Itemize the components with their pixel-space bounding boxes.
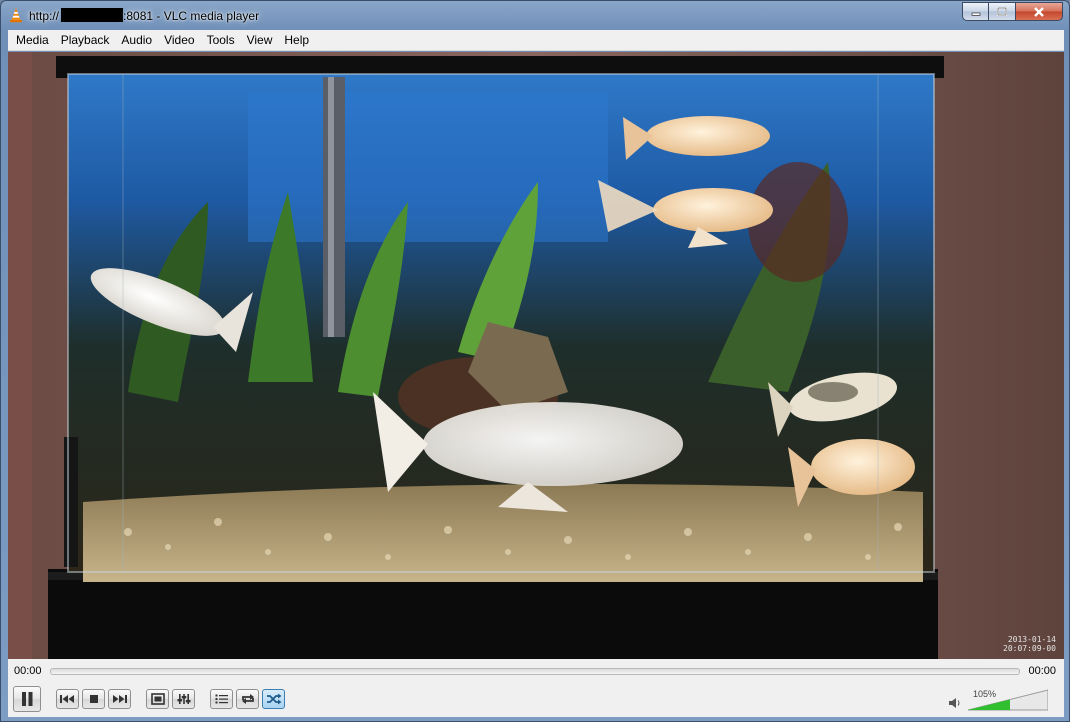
redacted-host: [61, 8, 124, 22]
close-icon: [1034, 6, 1044, 17]
pause-icon: [22, 692, 33, 706]
video-display[interactable]: 2013-01-14 20:07:09-00: [8, 52, 1064, 659]
stop-icon: [89, 695, 98, 703]
maximize-icon: [997, 6, 1007, 16]
control-panel: 00:00 00:00 105%: [8, 659, 1064, 717]
menu-view[interactable]: View: [241, 30, 279, 51]
next-icon: [113, 695, 127, 703]
pause-button[interactable]: [13, 686, 41, 712]
window-title-prefix: http://: [29, 9, 60, 23]
menu-bar: Media Playback Audio Video Tools View He…: [8, 30, 1064, 51]
maximize-button[interactable]: [989, 2, 1016, 21]
video-frame: [8, 52, 1064, 659]
extended-settings-icon: [177, 694, 190, 704]
timestamp-date: 2013-01-14: [1007, 635, 1056, 644]
loop-button[interactable]: [236, 689, 259, 709]
playlist-icon: [215, 694, 228, 704]
vlc-window: http:// :8081 - VLC media player Media Pl…: [0, 0, 1070, 722]
next-button[interactable]: [108, 689, 131, 709]
fullscreen-button[interactable]: [146, 689, 169, 709]
menu-audio[interactable]: Audio: [115, 30, 158, 51]
loop-icon: [241, 694, 254, 704]
fullscreen-icon: [150, 693, 165, 705]
shuffle-button[interactable]: [262, 689, 285, 709]
title-bar[interactable]: http:// :8081 - VLC media player: [1, 1, 1069, 29]
menu-media[interactable]: Media: [10, 30, 55, 51]
previous-button[interactable]: [56, 689, 79, 709]
extended-settings-button[interactable]: [172, 689, 195, 709]
window-title: http:// :8081 - VLC media player: [29, 8, 259, 23]
elapsed-time[interactable]: 00:00: [14, 665, 42, 677]
vlc-cone-icon: [10, 8, 22, 23]
camera-timestamp: 2013-01-14 20:07:09-00: [1003, 635, 1056, 653]
stop-button[interactable]: [82, 689, 105, 709]
volume-slider[interactable]: [968, 688, 1048, 712]
menu-help[interactable]: Help: [278, 30, 315, 51]
previous-icon: [60, 695, 74, 703]
close-button[interactable]: [1016, 2, 1063, 21]
window-title-suffix: :8081 - VLC media player: [123, 9, 260, 23]
menu-playback[interactable]: Playback: [55, 30, 116, 51]
speaker-icon[interactable]: [948, 697, 962, 709]
seek-slider[interactable]: [50, 668, 1020, 675]
minimize-button[interactable]: [962, 2, 989, 21]
caption-buttons: [962, 2, 1063, 21]
shuffle-icon: [266, 693, 281, 705]
minimize-icon: [971, 12, 980, 16]
menu-video[interactable]: Video: [158, 30, 200, 51]
remaining-time[interactable]: 00:00: [1028, 665, 1056, 677]
menu-tools[interactable]: Tools: [201, 30, 241, 51]
playlist-button[interactable]: [210, 689, 233, 709]
timestamp-time: 20:07:09-00: [1003, 644, 1056, 653]
